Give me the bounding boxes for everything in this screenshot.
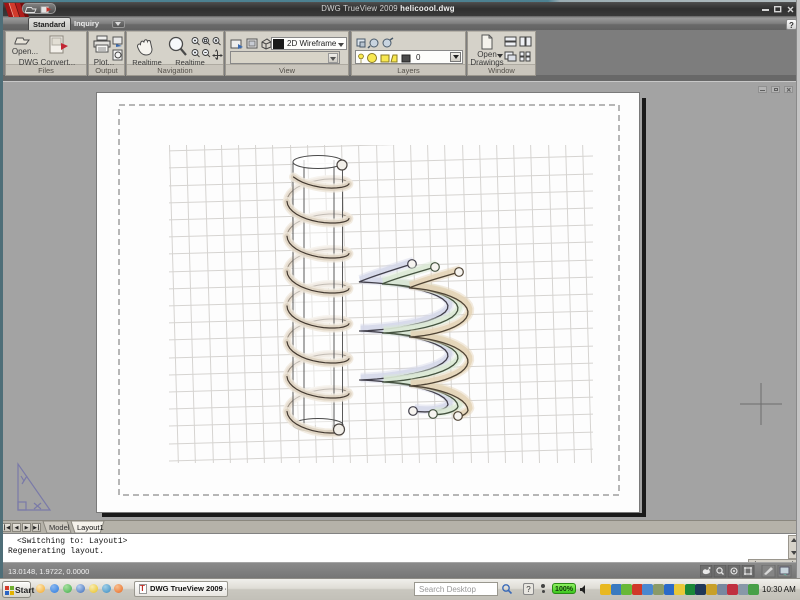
svg-text:Model: Model [49,523,70,532]
svg-text:Layout1: Layout1 [77,523,104,532]
